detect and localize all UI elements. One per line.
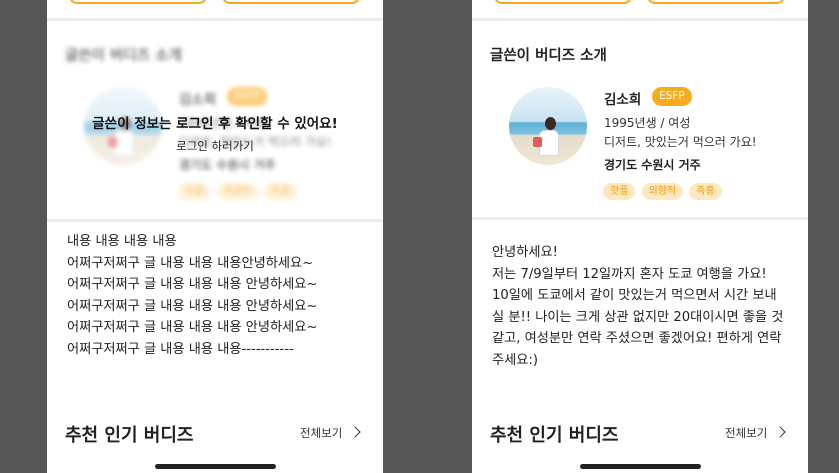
bottom-area	[47, 447, 383, 473]
tag: 핫플	[603, 183, 636, 200]
divider	[472, 18, 808, 21]
chevron-right-icon[interactable]	[774, 426, 786, 438]
profile-name[interactable]: 김소희	[604, 88, 641, 108]
avatar[interactable]	[509, 87, 587, 165]
divider	[472, 217, 808, 220]
top-action-button-2[interactable]	[222, 0, 360, 4]
profile-intro: 디저트, 맛있는거 먹으러 가요!	[604, 135, 757, 149]
mbti-badge: ESFP	[227, 87, 267, 106]
tag: 즉흥	[264, 183, 297, 200]
top-action-button-1[interactable]	[494, 0, 632, 4]
profile-name: 김소희	[179, 92, 217, 108]
login-required-message: 글쓴이 정보는 로그인 후 확인할 수 있어요!	[92, 116, 338, 132]
view-all-link[interactable]: 전체보기	[300, 425, 342, 441]
post-detail-screen-logged-in: 글쓴이 버디즈 소개 김소희 ESFP 1995년생 / 여성 디저트, 맛있는…	[472, 0, 808, 473]
post-detail-screen-logged-out: 글쓴이 버디즈 소개 김소희 ESFP 1995년생 / 여성 디저트, 맛있는…	[47, 0, 383, 473]
profile-tags: 핫플 외향적 즉흥	[178, 179, 298, 200]
section-title: 글쓴이 버디즈 소개	[490, 48, 607, 64]
recommend-section-title: 추천 인기 버디즈	[65, 425, 194, 446]
login-link[interactable]: 로그인 하러가기	[47, 138, 383, 154]
tag: 즉흥	[689, 183, 722, 200]
top-action-area	[472, 0, 808, 18]
section-title: 글쓴이 버디즈 소개	[65, 48, 182, 64]
divider	[47, 219, 383, 222]
home-indicator[interactable]	[580, 464, 701, 469]
post-body: 안녕하세요! 저는 7/9일부터 12일까지 혼자 도쿄 여행을 가요! 10일…	[492, 245, 784, 368]
profile-birth: 1995년생 / 여성	[604, 116, 691, 130]
tag: 핫플	[178, 183, 211, 200]
profile-location: 경기도 수원시 거주	[179, 158, 276, 172]
divider	[47, 18, 383, 21]
post-body: 내용 내용 내용 내용 어쩌구저쩌구 글 내용 내용 내용안녕하세요~ 어쩌구저…	[67, 234, 318, 357]
bottom-area	[472, 447, 808, 473]
tag: 외향적	[216, 183, 259, 200]
top-action-area	[47, 0, 383, 18]
view-all-link[interactable]: 전체보기	[725, 425, 767, 441]
chevron-right-icon[interactable]	[349, 426, 361, 438]
profile-tags: 핫플 외향적 즉흥	[603, 179, 723, 200]
home-indicator[interactable]	[155, 464, 276, 469]
recommend-section-title: 추천 인기 버디즈	[490, 425, 619, 446]
top-action-button-1[interactable]	[69, 0, 207, 4]
top-action-button-2[interactable]	[647, 0, 785, 4]
tag: 외향적	[641, 183, 684, 200]
profile-location: 경기도 수원시 거주	[604, 158, 701, 172]
mbti-badge: ESFP	[652, 87, 692, 106]
